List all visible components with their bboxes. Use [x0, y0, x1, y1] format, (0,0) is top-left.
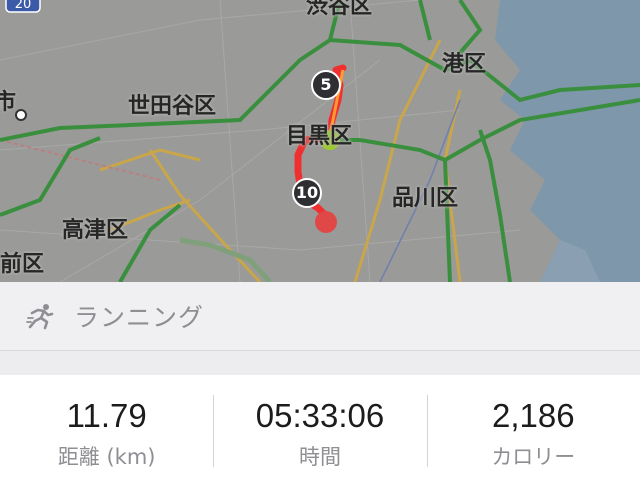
km-marker-5: 5: [311, 70, 341, 100]
label-setagaya: 世田谷区: [128, 94, 217, 119]
city-dot: [15, 109, 27, 121]
duration-value: 05:33:06: [255, 397, 385, 434]
calories-label: カロリー: [491, 445, 576, 469]
label-partial-left: 市: [0, 90, 17, 115]
distance-value: 11.79: [66, 397, 147, 434]
road-green-8: [478, 129, 512, 282]
road-orange-3: [99, 148, 201, 172]
label-takatsu: 高津区: [62, 218, 129, 243]
highway-sign-text: 20: [15, 0, 32, 12]
label-partial-top: 渋谷区: [306, 0, 373, 19]
label-meguro: 目黒区: [286, 124, 353, 149]
end-dot: [315, 211, 337, 233]
section-divider: [0, 351, 640, 375]
km-marker-10: 10: [292, 178, 322, 208]
activity-label: ランニング: [74, 303, 205, 332]
stat-calories: 2,186 カロリー: [426, 375, 640, 481]
calories-value: 2,186: [492, 397, 575, 434]
stat-duration: 05:33:06 時間: [213, 375, 426, 481]
activity-type-row[interactable]: ランニング: [0, 282, 640, 351]
runner-icon: [26, 304, 54, 330]
road-green-4: [0, 136, 101, 217]
bay-water: [495, 0, 640, 282]
stats-row: 11.79 距離 (km) 05:33:06 時間 2,186 カロリー: [0, 375, 640, 481]
label-shinagawa: 品川区: [392, 186, 459, 211]
distance-label: 距離 (km): [57, 445, 156, 469]
stat-distance: 11.79 距離 (km): [0, 375, 213, 481]
duration-label: 時間: [298, 445, 341, 469]
label-nakahara: 前区: [0, 252, 45, 277]
road-green-10: [443, 159, 452, 282]
road-green-11: [418, 0, 432, 41]
label-minato: 港区: [442, 52, 487, 77]
route-map[interactable]: 20 渋谷区 市 世田谷区 目黒区 港区 品川区 高津区 前区 5 10: [0, 0, 640, 282]
